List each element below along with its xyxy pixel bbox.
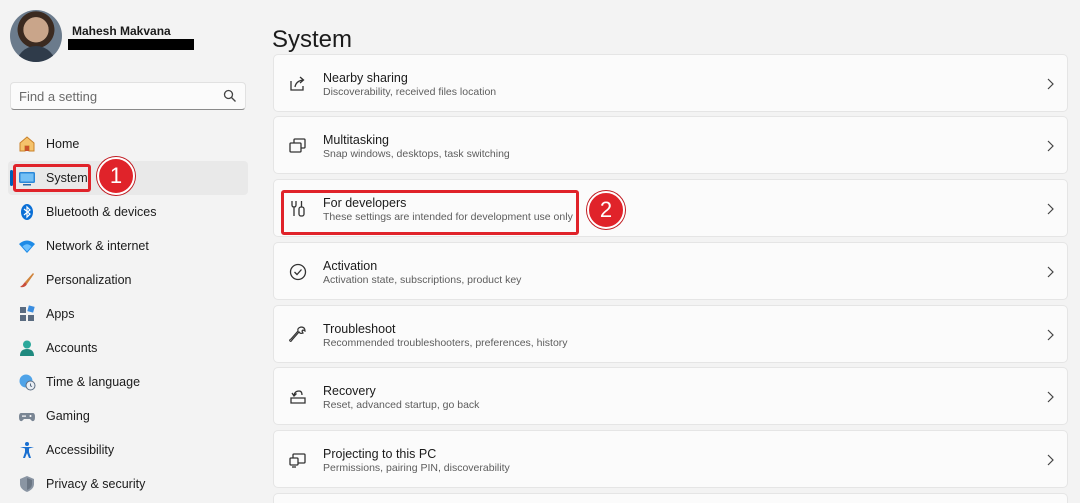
sidebar-item-label: Bluetooth & devices <box>46 205 157 219</box>
sidebar-item-label: Privacy & security <box>46 477 146 491</box>
search-box[interactable] <box>10 82 246 110</box>
sidebar-item-accessibility[interactable]: Accessibility <box>8 433 248 467</box>
apps-icon <box>20 305 35 321</box>
card-title: Projecting to this PC <box>323 447 437 461</box>
wifi-icon <box>19 240 35 253</box>
search-icon[interactable] <box>223 89 237 103</box>
sidebar-item-label: Home <box>46 137 80 151</box>
highlight-box-for-developers <box>281 190 579 235</box>
sidebar-item-apps[interactable]: Apps <box>8 297 248 331</box>
step-badge-1: 1 <box>97 157 135 195</box>
wrench-icon <box>289 326 306 342</box>
sidebar-item-privacy-security[interactable]: Privacy & security <box>8 467 248 501</box>
sidebar-item-time-language[interactable]: Time & language <box>8 365 248 399</box>
card-title: Activation <box>323 259 378 273</box>
sidebar-item-label: Network & internet <box>46 239 149 253</box>
redacted-email <box>68 39 194 50</box>
card-activation[interactable]: Activation Activation state, subscriptio… <box>273 242 1068 300</box>
projecting-icon <box>289 453 306 468</box>
user-profile[interactable]: Mahesh Makvana <box>10 10 260 64</box>
main-content: System Nearby sharing Discoverability, r… <box>262 0 1080 503</box>
sidebar-item-label: Accessibility <box>46 443 115 457</box>
card-nearby-sharing[interactable]: Nearby sharing Discoverability, received… <box>273 54 1068 112</box>
user-name: Mahesh Makvana <box>72 24 171 38</box>
chevron-right-icon <box>1047 329 1054 341</box>
card-description: Permissions, pairing PIN, discoverabilit… <box>323 462 510 474</box>
sidebar-item-personalization[interactable]: Personalization <box>8 263 248 297</box>
home-icon <box>19 136 35 152</box>
search-input[interactable] <box>11 83 219 109</box>
sidebar: Mahesh Makvana Home System <box>0 0 262 498</box>
bluetooth-icon <box>21 204 33 220</box>
sidebar-item-label: Accounts <box>46 341 98 355</box>
card-troubleshoot[interactable]: Troubleshoot Recommended troubleshooters… <box>273 305 1068 363</box>
sidebar-item-accounts[interactable]: Accounts <box>8 331 248 365</box>
sidebar-item-gaming[interactable]: Gaming <box>8 399 248 433</box>
sidebar-item-label: Time & language <box>46 375 141 389</box>
card-title: Multitasking <box>323 133 389 147</box>
card-title: Troubleshoot <box>323 322 396 336</box>
globe-clock-icon <box>19 374 36 391</box>
sidebar-item-label: Gaming <box>46 409 90 423</box>
sidebar-item-label: Personalization <box>46 273 132 287</box>
card-multitasking[interactable]: Multitasking Snap windows, desktops, tas… <box>273 116 1068 174</box>
card-description: Activation state, subscriptions, product… <box>323 274 522 286</box>
card-partial[interactable] <box>273 493 1068 503</box>
chevron-right-icon <box>1047 266 1054 278</box>
chevron-right-icon <box>1047 203 1054 215</box>
sidebar-item-label: Apps <box>46 307 75 321</box>
check-circle-icon <box>289 263 307 281</box>
shield-icon <box>20 476 34 492</box>
sidebar-item-home[interactable]: Home <box>8 127 248 161</box>
share-icon <box>290 76 305 91</box>
card-projecting-to-this-pc[interactable]: Projecting to this PC Permissions, pairi… <box>273 430 1068 488</box>
accessibility-icon <box>20 442 34 458</box>
chevron-right-icon <box>1047 78 1054 90</box>
card-title: Recovery <box>323 384 376 398</box>
card-description: Recommended troubleshooters, preferences… <box>323 337 568 349</box>
chevron-right-icon <box>1047 391 1054 403</box>
recovery-icon <box>290 390 306 404</box>
person-icon <box>20 340 34 356</box>
gamepad-icon <box>19 413 35 422</box>
chevron-right-icon <box>1047 140 1054 152</box>
card-description: Reset, advanced startup, go back <box>323 399 480 411</box>
card-title: Nearby sharing <box>323 71 408 85</box>
sidebar-item-network-internet[interactable]: Network & internet <box>8 229 248 263</box>
step-badge-2: 2 <box>587 191 625 229</box>
chevron-right-icon <box>1047 454 1054 466</box>
page-title: System <box>272 26 353 54</box>
brush-icon <box>20 273 34 288</box>
multitasking-icon <box>289 138 306 153</box>
sidebar-item-bluetooth-devices[interactable]: Bluetooth & devices <box>8 195 248 229</box>
card-recovery[interactable]: Recovery Reset, advanced startup, go bac… <box>273 367 1068 425</box>
card-description: Discoverability, received files location <box>323 86 497 98</box>
highlight-box-system <box>13 164 91 192</box>
avatar <box>10 10 62 62</box>
card-description: Snap windows, desktops, task switching <box>323 148 510 160</box>
